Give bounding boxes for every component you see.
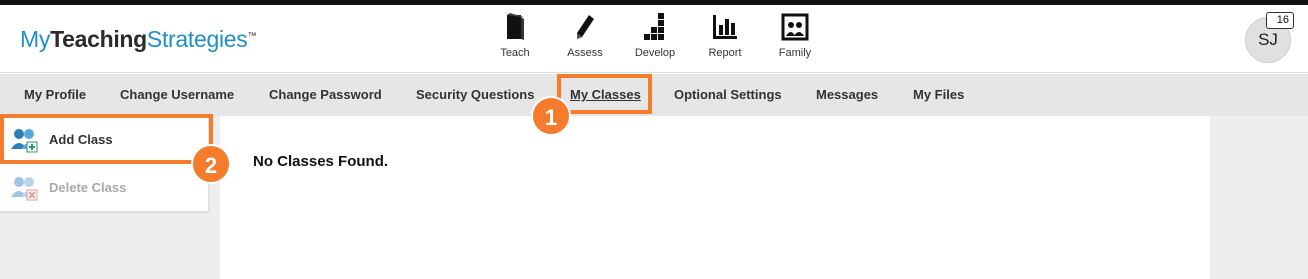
tab-my-profile[interactable]: My Profile (24, 74, 86, 116)
callout-2: 2 (191, 144, 231, 184)
nav-assess[interactable]: Assess (550, 13, 620, 59)
nav-develop[interactable]: Develop (620, 13, 690, 59)
highlight-add-class (0, 114, 213, 164)
pencil-icon (577, 15, 594, 39)
nav-family[interactable]: Family (760, 13, 830, 59)
tab-change-username[interactable]: Change Username (120, 74, 234, 116)
tab-security-questions[interactable]: Security Questions (416, 74, 534, 116)
bar-chart-icon (713, 15, 737, 39)
delete-class-label: Delete Class (49, 180, 127, 195)
delete-group-icon (11, 177, 38, 201)
nav-assess-label: Assess (567, 47, 603, 59)
tab-optional-settings[interactable]: Optional Settings (674, 74, 782, 116)
highlight-my-classes (557, 74, 652, 114)
logo-prefix: My (20, 26, 51, 52)
nav-teach-label: Teach (500, 47, 530, 59)
logo-trademark: ™ (247, 30, 257, 41)
logo-bold: Teaching (50, 26, 147, 52)
app-header: MyTeachingStrategies™ Teach Assess Devel… (0, 5, 1308, 73)
tab-messages[interactable]: Messages (816, 74, 878, 116)
delete-class-button[interactable]: Delete Class (0, 164, 209, 212)
account-subnav: My Profile Change Username Change Passwo… (0, 74, 1308, 116)
logo-suffix: Strategies (146, 26, 248, 52)
empty-state-message: No Classes Found. (253, 153, 389, 170)
nav-report[interactable]: Report (690, 13, 760, 59)
classes-content-panel: No Classes Found. (220, 116, 1210, 279)
app-logo[interactable]: MyTeachingStrategies™ (20, 26, 256, 53)
callout-1: 1 (531, 96, 571, 136)
tab-my-files[interactable]: My Files (913, 74, 964, 116)
nav-report-label: Report (708, 47, 742, 59)
tab-change-password[interactable]: Change Password (269, 74, 382, 116)
nav-family-label: Family (778, 47, 812, 59)
stairs-chart-icon (644, 13, 664, 40)
notification-badge[interactable]: 16 (1266, 12, 1294, 29)
book-icon (507, 13, 524, 40)
family-photo-icon (781, 13, 809, 41)
nav-teach[interactable]: Teach (480, 13, 550, 59)
nav-develop-label: Develop (634, 47, 676, 59)
